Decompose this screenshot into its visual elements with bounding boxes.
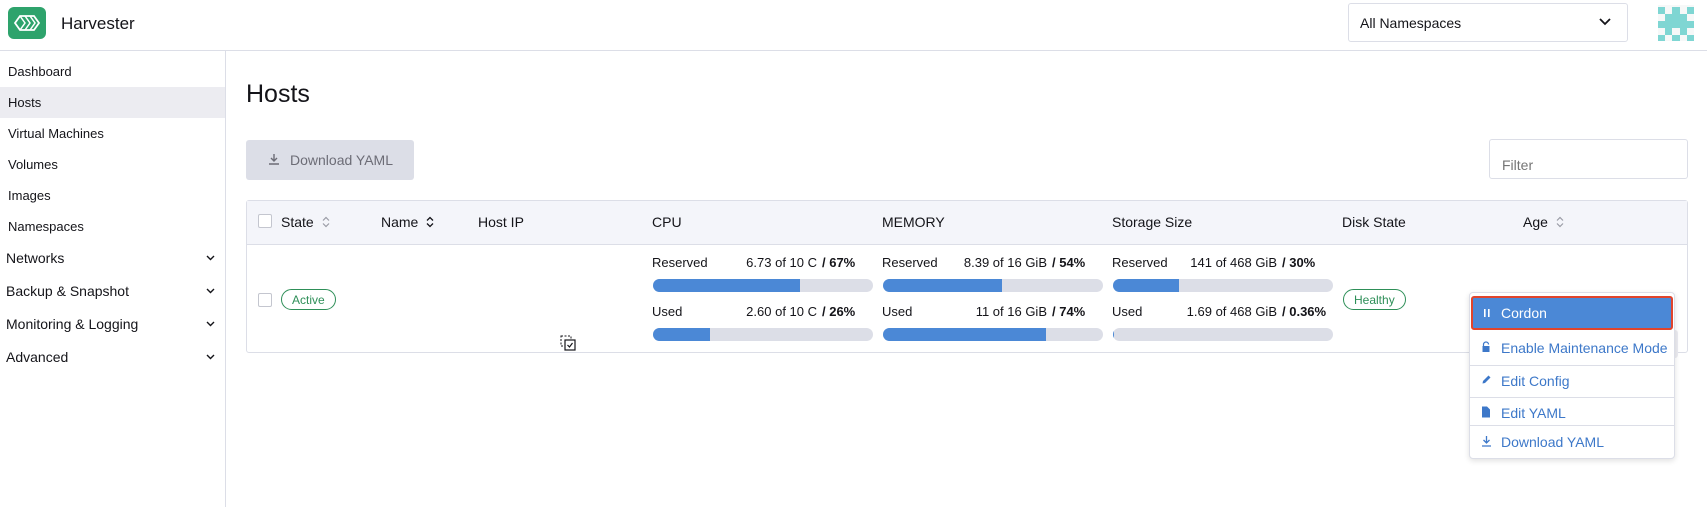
menu-item-edit-config[interactable]: Edit Config xyxy=(1470,365,1674,397)
sidebar-item-virtual-machines[interactable]: Virtual Machines xyxy=(0,118,225,149)
column-header-label: Name xyxy=(381,214,419,230)
pause-icon xyxy=(1484,309,1490,317)
chevron-down-icon xyxy=(206,321,215,327)
storage-reserved-percent: / 30% xyxy=(1282,255,1316,270)
file-icon xyxy=(1482,406,1490,418)
cpu-reserved-bar xyxy=(653,279,873,292)
sidebar-item-dashboard[interactable]: Dashboard xyxy=(0,56,225,87)
column-header-label: State xyxy=(281,214,314,230)
storage-used-bar xyxy=(1113,328,1333,341)
disk-state-badge: Healthy xyxy=(1343,289,1406,310)
memory-used-bar-fill xyxy=(883,328,1046,341)
memory-used-label: Used xyxy=(882,304,913,319)
sidebar-group-label: Advanced xyxy=(6,349,69,365)
cpu-used-label: Used xyxy=(652,304,683,319)
chevron-down-icon xyxy=(206,288,215,294)
harvester-logo[interactable] xyxy=(8,7,46,39)
page-title: Hosts xyxy=(246,80,310,108)
lock-icon xyxy=(1482,341,1490,352)
memory-used-bar xyxy=(883,328,1103,341)
download-icon xyxy=(269,154,279,165)
namespace-select-value: All Namespaces xyxy=(1360,15,1462,31)
app-title: Harvester xyxy=(61,14,135,33)
sidebar-item-hosts[interactable]: Hosts xyxy=(0,87,225,118)
storage-reserved-bar xyxy=(1113,279,1333,292)
select-all-checkbox[interactable] xyxy=(258,214,272,228)
column-header-memory: MEMORY xyxy=(882,214,945,230)
menu-divider xyxy=(1470,397,1674,398)
sort-icon xyxy=(1556,216,1564,228)
memory-used-percent: / 74% xyxy=(1052,304,1086,319)
sidebar-item-images[interactable]: Images xyxy=(0,180,225,211)
sidebar-group-label: Backup & Snapshot xyxy=(6,283,129,299)
row-actions-menu: Cordon Enable Maintenance Mode Edit Conf… xyxy=(1469,292,1675,459)
storage-reserved-value: 141 of 468 GiB xyxy=(1190,255,1277,270)
column-header-host-ip: Host IP xyxy=(478,214,524,230)
menu-item-label: Edit Config xyxy=(1501,373,1570,389)
column-header-disk-state: Disk State xyxy=(1342,214,1406,230)
storage-used-value: 1.69 of 468 GiB xyxy=(1186,304,1277,319)
memory-reserved-percent: / 54% xyxy=(1052,255,1086,270)
column-header-label: Age xyxy=(1523,214,1548,230)
menu-item-label: Enable Maintenance Mode xyxy=(1501,340,1668,356)
storage-reserved-bar-fill xyxy=(1113,279,1179,292)
chevron-down-icon xyxy=(206,255,215,261)
cpu-used-bar-fill xyxy=(653,328,711,341)
chevron-down-icon xyxy=(206,354,215,360)
sidebar-group-monitoring-logging[interactable]: Monitoring & Logging xyxy=(0,308,225,341)
namespace-select[interactable]: All Namespaces xyxy=(1348,3,1628,42)
cpu-reserved-percent: / 67% xyxy=(822,255,856,270)
memory-reserved-value: 8.39 of 16 GiB xyxy=(963,255,1047,270)
download-yaml-button[interactable]: Download YAML xyxy=(246,140,414,180)
download-icon xyxy=(1482,436,1491,447)
cpu-reserved-value: 6.73 of 10 C xyxy=(746,255,817,270)
storage-used-bar-fill xyxy=(1113,328,1114,341)
download-yaml-label: Download YAML xyxy=(290,152,393,168)
column-header-state[interactable]: State xyxy=(281,214,330,230)
column-header-cpu: CPU xyxy=(652,214,682,230)
menu-item-label: Edit YAML xyxy=(1501,405,1566,421)
cpu-reserved-bar-fill xyxy=(653,279,801,292)
column-header-name[interactable]: Name xyxy=(381,214,434,230)
sort-icon xyxy=(426,216,434,228)
table-header: State Name Host IP CPU MEMORY Storage Si… xyxy=(247,201,1687,245)
sidebar-group-networks[interactable]: Networks xyxy=(0,242,225,275)
menu-item-cordon[interactable]: Cordon xyxy=(1471,296,1673,330)
filter-input[interactable] xyxy=(1489,139,1688,179)
sidebar-group-label: Networks xyxy=(6,250,65,266)
memory-reserved-bar-fill xyxy=(883,279,1002,292)
state-badge: Active xyxy=(281,289,336,310)
sidebar-item-volumes[interactable]: Volumes xyxy=(0,149,225,180)
menu-item-label: Download YAML xyxy=(1501,434,1604,450)
cpu-used-bar xyxy=(653,328,873,341)
column-header-storage: Storage Size xyxy=(1112,214,1193,230)
sidebar-group-label: Monitoring & Logging xyxy=(6,316,139,332)
user-avatar[interactable] xyxy=(1658,5,1694,41)
chevron-down-icon xyxy=(1599,18,1611,26)
menu-item-download-yaml[interactable]: Download YAML xyxy=(1470,426,1674,458)
memory-used-value: 11 of 16 GiB xyxy=(975,304,1047,319)
storage-used-label: Used xyxy=(1112,304,1143,319)
memory-reserved-bar xyxy=(883,279,1103,292)
column-header-age[interactable]: Age xyxy=(1523,214,1564,230)
top-header: Harvester All Namespaces xyxy=(0,0,1707,51)
copy-icon[interactable] xyxy=(560,335,576,351)
cpu-used-percent: / 26% xyxy=(822,304,856,319)
sidebar: Dashboard Hosts Virtual Machines Volumes… xyxy=(0,51,226,507)
storage-used-percent: / 0.36% xyxy=(1282,304,1327,319)
harvester-logo-icon xyxy=(13,15,41,31)
sidebar-item-namespaces[interactable]: Namespaces xyxy=(0,211,225,242)
sidebar-group-backup-snapshot[interactable]: Backup & Snapshot xyxy=(0,275,225,308)
cpu-used-value: 2.60 of 10 C xyxy=(746,304,817,319)
sort-icon xyxy=(322,216,330,228)
menu-item-label: Cordon xyxy=(1501,305,1547,321)
sidebar-group-advanced[interactable]: Advanced xyxy=(0,341,225,374)
pencil-icon xyxy=(1482,375,1491,384)
row-checkbox[interactable] xyxy=(258,293,272,307)
menu-item-enable-maintenance-mode[interactable]: Enable Maintenance Mode xyxy=(1470,332,1674,364)
